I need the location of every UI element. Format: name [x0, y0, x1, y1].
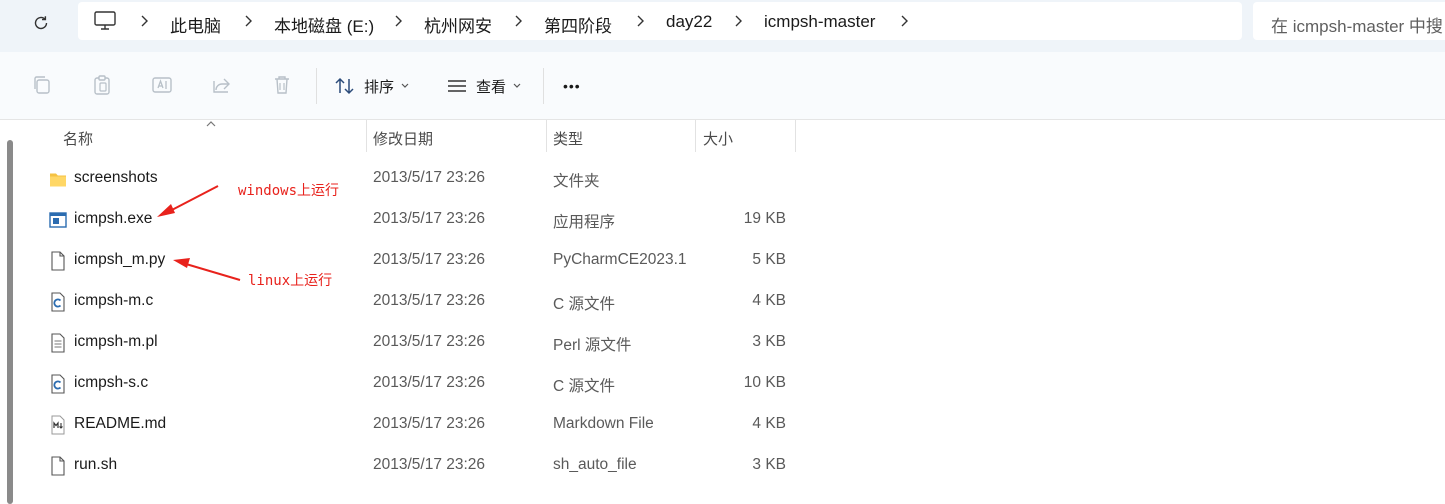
paste-icon[interactable]	[90, 73, 114, 97]
view-label: 查看	[476, 78, 507, 96]
column-divider[interactable]	[795, 120, 796, 152]
breadcrumb-item-day22[interactable]: day22	[666, 12, 712, 32]
c-file-icon	[51, 292, 65, 312]
file-name: icmpsh_m.py	[74, 251, 166, 268]
file-modified: 2013/5/17 23:26	[373, 333, 486, 350]
breadcrumb-item-hangzhou[interactable]: 杭州网安	[424, 12, 492, 37]
folder-icon	[50, 173, 66, 187]
column-header-name[interactable]: 名称	[63, 128, 93, 149]
markdown-file-icon	[51, 415, 65, 435]
chevron-right-icon[interactable]	[138, 14, 150, 28]
file-size: 5 KB	[752, 251, 786, 268]
more-options-icon: •••	[563, 78, 581, 94]
text-file-icon	[51, 333, 65, 353]
column-header-size[interactable]: 大小	[703, 128, 733, 149]
file-size: 4 KB	[752, 292, 786, 309]
file-name: icmpsh-m.pl	[74, 333, 158, 350]
file-name: README.md	[74, 415, 167, 432]
file-icon	[51, 251, 65, 271]
file-row-run-sh[interactable]: run.sh 2013/5/17 23:26 sh_auto_file 3 KB	[40, 445, 800, 486]
delete-icon[interactable]	[270, 73, 294, 97]
copy-icon[interactable]	[30, 73, 54, 97]
chevron-right-icon[interactable]	[634, 14, 646, 28]
breadcrumb-item-icmpsh-master[interactable]: icmpsh-master	[764, 12, 875, 32]
toolbar-divider	[543, 68, 544, 104]
file-name: screenshots	[74, 169, 158, 186]
command-bar: 排序 查看 •••	[0, 52, 1445, 120]
file-size: 4 KB	[752, 415, 786, 432]
vertical-scrollbar[interactable]	[7, 140, 13, 504]
file-type: 应用程序	[553, 214, 616, 231]
file-row-screenshots[interactable]: screenshots 2013/5/17 23:26 文件夹	[40, 158, 800, 199]
file-row-icmpsh-m-c[interactable]: icmpsh-m.c 2013/5/17 23:26 C 源文件 4 KB	[40, 281, 800, 322]
file-row-icmpsh-m-py[interactable]: icmpsh_m.py 2013/5/17 23:26 PyCharmCE202…	[40, 240, 800, 281]
file-row-icmpsh-exe[interactable]: icmpsh.exe 2013/5/17 23:26 应用程序 19 KB	[40, 199, 800, 240]
breadcrumb-item-drive-e[interactable]: 本地磁盘 (E:)	[274, 12, 374, 37]
chevron-down-icon	[513, 83, 521, 88]
file-type: sh_auto_file	[553, 456, 637, 473]
file-size: 3 KB	[752, 456, 786, 473]
column-divider[interactable]	[695, 120, 696, 152]
file-row-icmpsh-s-c[interactable]: icmpsh-s.c 2013/5/17 23:26 C 源文件 10 KB	[40, 363, 800, 404]
more-options-button[interactable]: •••	[563, 74, 581, 98]
breadcrumb[interactable]: 此电脑 本地磁盘 (E:) 杭州网安 第四阶段 day22 icmpsh-mas…	[78, 2, 1242, 40]
file-modified: 2013/5/17 23:26	[373, 292, 486, 309]
file-type: Perl 源文件	[553, 337, 632, 354]
file-icon	[51, 456, 65, 476]
chevron-down-icon	[401, 83, 409, 88]
rename-icon[interactable]	[150, 73, 174, 97]
file-row-icmpsh-m-pl[interactable]: icmpsh-m.pl 2013/5/17 23:26 Perl 源文件 3 K…	[40, 322, 800, 363]
breadcrumb-item-this-pc[interactable]: 此电脑	[170, 12, 221, 37]
chevron-right-icon[interactable]	[512, 14, 524, 28]
chevron-right-icon[interactable]	[242, 14, 254, 28]
column-header-row: 名称 修改日期 类型 大小	[0, 120, 800, 152]
column-header-type[interactable]: 类型	[553, 128, 583, 149]
file-modified: 2013/5/17 23:26	[373, 456, 486, 473]
search-input[interactable]: 在 icmpsh-master 中搜	[1253, 2, 1445, 40]
file-name: run.sh	[74, 456, 118, 473]
file-type: PyCharmCE2023.1	[553, 251, 687, 268]
breadcrumb-item-stage4[interactable]: 第四阶段	[544, 12, 612, 37]
file-modified: 2013/5/17 23:26	[373, 374, 486, 391]
view-list-icon	[448, 80, 466, 92]
address-bar-area: 此电脑 本地磁盘 (E:) 杭州网安 第四阶段 day22 icmpsh-mas…	[0, 0, 1445, 52]
toolbar-divider	[316, 68, 317, 104]
sort-button[interactable]: 排序	[334, 74, 410, 98]
file-type: Markdown File	[553, 415, 654, 432]
column-divider[interactable]	[546, 120, 547, 152]
chevron-right-icon[interactable]	[898, 14, 910, 28]
file-size: 3 KB	[752, 333, 786, 350]
annotation-linux-note: linux上运行	[248, 273, 333, 289]
file-size: 19 KB	[743, 210, 786, 227]
refresh-button[interactable]	[28, 10, 54, 36]
share-icon[interactable]	[210, 73, 234, 97]
file-modified: 2013/5/17 23:26	[373, 415, 486, 432]
file-name: icmpsh-s.c	[74, 374, 149, 391]
sort-ascending-icon	[206, 121, 216, 127]
search-placeholder: 在 icmpsh-master 中搜	[1271, 17, 1443, 36]
annotation-windows-note: windows上运行	[238, 183, 340, 199]
view-button[interactable]: 查看	[446, 74, 522, 98]
file-size: 10 KB	[743, 374, 786, 391]
file-type: 文件夹	[553, 173, 600, 190]
chevron-right-icon[interactable]	[392, 14, 404, 28]
this-pc-icon[interactable]	[94, 11, 116, 31]
file-row-readme-md[interactable]: README.md 2013/5/17 23:26 Markdown File …	[40, 404, 800, 445]
c-file-icon	[51, 374, 65, 394]
file-modified: 2013/5/17 23:26	[373, 251, 486, 268]
exe-icon	[49, 212, 67, 228]
sort-icon	[335, 77, 354, 95]
file-modified: 2013/5/17 23:26	[373, 210, 486, 227]
file-name: icmpsh.exe	[74, 210, 153, 227]
file-type: C 源文件	[553, 296, 616, 313]
file-type: C 源文件	[553, 378, 616, 395]
column-divider[interactable]	[366, 120, 367, 152]
sort-label: 排序	[364, 78, 395, 96]
column-header-modified[interactable]: 修改日期	[373, 128, 433, 149]
file-name: icmpsh-m.c	[74, 292, 154, 309]
refresh-icon	[34, 16, 48, 30]
file-modified: 2013/5/17 23:26	[373, 169, 486, 186]
chevron-right-icon[interactable]	[732, 14, 744, 28]
